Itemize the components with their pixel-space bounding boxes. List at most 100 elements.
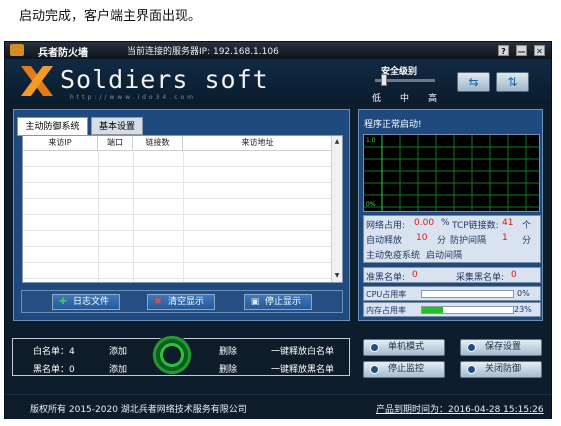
tab-basic-settings[interactable]: 基本设置: [91, 117, 143, 135]
blacklist-add-link[interactable]: 添加: [109, 362, 127, 375]
minimize-button[interactable]: —: [516, 45, 527, 56]
blacklist-delete-link[interactable]: 删除: [219, 362, 237, 375]
tcp-unit: 个: [522, 221, 532, 231]
cpu-progress-track: [421, 290, 514, 298]
log-button-bar: ✚ 日志文件 ✖ 清空显示 ▣ 停止显示: [21, 290, 343, 313]
graph-top-label: 1.0: [366, 137, 376, 144]
sync-button[interactable]: ⇅: [496, 72, 529, 92]
table-scrollbar[interactable]: ▲ ▼: [331, 136, 342, 282]
standalone-mode-label: 单机模式: [388, 342, 425, 352]
security-level-low[interactable]: 低: [372, 91, 381, 104]
collect-blacklist-label: 采集黑名单:: [456, 273, 505, 283]
disable-defense-label: 关闭防御: [485, 364, 522, 374]
firewall-window: 兵者防火墙 当前连接的服务器IP: 192.168.1.106 ? — ✕ So…: [4, 41, 552, 419]
protect-interval-value: 1: [502, 233, 508, 243]
save-settings-button[interactable]: 保存设置: [460, 339, 542, 356]
net-usage-value: 0.00: [414, 218, 435, 228]
stats-box: 网络占用: 0.00 % TCP链接数: 41 个 自动释放 10 分 防护间隔…: [363, 215, 541, 263]
memory-label: 内存占用率: [366, 306, 406, 315]
release-whitelist-link[interactable]: 一键释放白名单: [271, 344, 334, 357]
auto-release-unit: 分: [437, 236, 447, 246]
inbound-blacklist-label: 准黑名单:: [366, 273, 406, 283]
help-button[interactable]: ?: [498, 45, 509, 56]
col-visitor-address[interactable]: 来访地址: [183, 136, 333, 150]
whitelist-count: 白名单：4: [33, 347, 75, 357]
radio-dot-icon: [467, 343, 476, 352]
grid-line: [23, 182, 333, 183]
log-file-button[interactable]: ✚ 日志文件: [52, 294, 120, 310]
graph-bottom-label: 0%: [366, 201, 376, 208]
security-level-mid[interactable]: 中: [400, 91, 409, 104]
stop-icon: ▣: [250, 297, 260, 307]
cpu-value: 0%: [517, 289, 530, 298]
clear-icon: ✖: [154, 297, 162, 307]
memory-value: 23%: [514, 305, 532, 314]
traffic-graph: 1.0 0%: [363, 134, 540, 212]
save-settings-label: 保存设置: [485, 342, 522, 352]
log-file-label: 日志文件: [73, 297, 110, 307]
logo-url: http://www.ido34.com: [70, 94, 196, 101]
grid-line: [23, 262, 333, 263]
col-visitor-ip[interactable]: 来访IP: [23, 136, 98, 150]
standalone-mode-button[interactable]: 单机模式: [363, 339, 445, 356]
whitelist-delete-link[interactable]: 删除: [219, 344, 237, 357]
auto-release-value: 10: [416, 233, 428, 243]
col-port[interactable]: 端口: [98, 136, 133, 150]
radio-dot-icon: [370, 365, 379, 374]
grid-line: [23, 246, 333, 247]
whitelist-add-link[interactable]: 添加: [109, 344, 127, 357]
scroll-down-icon[interactable]: ▼: [333, 272, 341, 280]
stop-display-button[interactable]: ▣ 停止显示: [244, 294, 312, 310]
table-header: 来访IP 端口 链接数 来访地址: [23, 136, 333, 151]
scroll-up-icon[interactable]: ▲: [333, 138, 341, 146]
logo-text: Soldiers soft: [60, 65, 269, 94]
visitor-table[interactable]: 来访IP 端口 链接数 来访地址 ▲ ▼: [22, 135, 343, 283]
tcp-label: TCP链接数:: [452, 221, 499, 231]
network-button[interactable]: ⇆: [457, 72, 490, 92]
net-usage-unit: %: [441, 218, 450, 228]
graph-grid: [364, 135, 539, 211]
caption-text: 启动完成，客户端主界面出现。: [19, 9, 202, 24]
security-level-high[interactable]: 高: [428, 91, 437, 104]
grid-line: [23, 214, 333, 215]
expiry-link[interactable]: 产品到期时间为：2016-04-28 15:15:26: [376, 402, 544, 415]
grid-line: [183, 150, 184, 282]
app-icon: [10, 44, 24, 56]
stop-monitoring-label: 停止监控: [388, 364, 425, 374]
net-usage-label: 网络占用:: [366, 221, 406, 231]
security-slider-handle[interactable]: [381, 74, 387, 86]
tcp-value: 41: [502, 218, 514, 228]
immune-system-label: 主动免疫系统: [366, 251, 421, 261]
grid-line: [98, 150, 99, 282]
clear-display-button[interactable]: ✖ 清空显示: [147, 294, 215, 310]
cpu-label: CPU占用率: [366, 290, 407, 299]
immune-system-status: 启动间隔: [426, 251, 463, 261]
app-name: 兵者防火墙: [38, 48, 88, 59]
protect-interval-unit: 分: [522, 236, 532, 246]
auto-release-label: 自动释放: [366, 236, 403, 246]
grid-line: [23, 166, 333, 167]
release-blacklist-link[interactable]: 一键释放黑名单: [271, 362, 334, 375]
disable-defense-button[interactable]: 关闭防御: [460, 361, 542, 378]
header-banner: Soldiers soft http://www.ido34.com 安全级别 …: [5, 59, 551, 104]
plus-icon: ✚: [59, 297, 67, 307]
tab-active-defense[interactable]: 主动防御系统: [17, 117, 88, 136]
stop-display-label: 停止显示: [265, 297, 302, 307]
radio-dot-icon: [467, 365, 476, 374]
server-ip: 当前连接的服务器IP: 192.168.1.106: [127, 47, 279, 57]
memory-meter: 内存占用率 23%: [363, 302, 541, 317]
cpu-meter: CPU占用率 0%: [363, 286, 541, 301]
clear-display-label: 清空显示: [168, 297, 205, 307]
memory-progress-fill: [422, 307, 443, 313]
grid-line: [23, 198, 333, 199]
grid-line: [133, 150, 134, 282]
grid-line: [23, 230, 333, 231]
blacklist-count: 黑名单：0: [33, 365, 75, 375]
col-connections[interactable]: 链接数: [133, 136, 183, 150]
close-button[interactable]: ✕: [534, 45, 545, 56]
blacklist-counts: 准黑名单: 0 采集黑名单: 0: [363, 267, 541, 283]
copyright-text: 版权所有 2015-2020 湖北兵者网络技术服务有限公司: [30, 405, 247, 415]
stop-monitoring-button[interactable]: 停止监控: [363, 361, 445, 378]
title-bar: 兵者防火墙 当前连接的服务器IP: 192.168.1.106 ? — ✕: [5, 42, 551, 59]
collect-blacklist-value: 0: [511, 270, 517, 280]
